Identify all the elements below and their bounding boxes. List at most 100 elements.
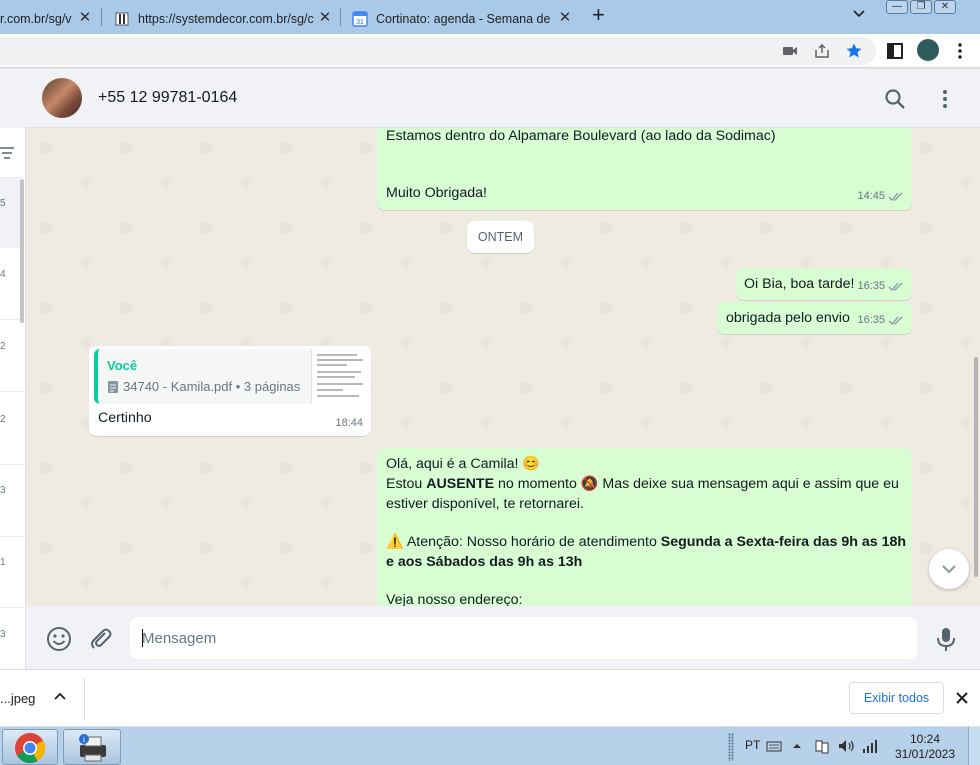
calendar-icon: 31: [352, 10, 368, 27]
message-compose-box[interactable]: [130, 617, 917, 659]
message-text: Veja nosso endereço:: [386, 592, 523, 606]
share-icon[interactable]: [813, 42, 831, 60]
chat-list-item-count: 3: [0, 629, 6, 640]
volume-icon[interactable]: [838, 738, 856, 754]
favicon-icon: [115, 12, 129, 25]
printer-icon: i: [79, 734, 106, 762]
message-paragraph: Estou AUSENTE no momento 🔕 Mas deixe sua…: [386, 474, 906, 514]
minimize-button[interactable]: —: [886, 0, 908, 14]
search-icon[interactable]: [884, 88, 906, 110]
sidebar-divider: [0, 536, 26, 537]
show-desktop-button[interactable]: [968, 727, 980, 765]
video-icon[interactable]: [781, 42, 799, 60]
menu-icon[interactable]: [934, 88, 956, 110]
tab-search-chevron-icon[interactable]: [852, 7, 866, 21]
message-paragraph: ⚠️ Atenção: Nosso horário de atendimento…: [386, 532, 906, 572]
clock-time: 10:24: [909, 732, 941, 746]
message-bold-text: AUSENTE: [426, 476, 495, 492]
close-icon[interactable]: ✕: [558, 10, 572, 25]
network-icon[interactable]: [814, 738, 830, 754]
new-tab-button[interactable]: +: [592, 4, 605, 26]
star-icon[interactable]: [845, 42, 863, 60]
chevron-up-icon[interactable]: [53, 690, 67, 704]
conversation-scrollbar[interactable]: [974, 357, 978, 577]
message-time: 14:45: [857, 190, 885, 202]
chevron-down-icon: [942, 565, 956, 574]
message-time: 18:44: [335, 417, 363, 429]
message-meta: 18:44: [335, 413, 363, 433]
kebab-icon[interactable]: [951, 42, 969, 60]
sidebar-divider: [0, 391, 26, 392]
date-divider: ONTEM: [467, 221, 534, 253]
sidepanel-icon[interactable]: [886, 42, 904, 60]
filter-icon[interactable]: [0, 147, 14, 159]
os-taskbar: i PT 10:24 31/01/2023: [0, 726, 980, 765]
tray-expand-icon[interactable]: [792, 742, 802, 750]
close-icon[interactable]: ✕: [78, 10, 92, 25]
sidebar-header: [0, 69, 26, 128]
quoted-document: 34740 - Kamila.pdf • 3 páginas: [107, 377, 300, 397]
svg-text:31: 31: [356, 19, 364, 26]
text-caret: [142, 629, 143, 647]
document-icon: [108, 381, 118, 393]
message-meta: 14:45: [857, 186, 904, 206]
message-outgoing[interactable]: Estamos dentro do Alpamare Boulevard (ao…: [377, 128, 912, 210]
conversation-panel[interactable]: Estamos dentro do Alpamare Boulevard (ao…: [26, 128, 980, 606]
sidebar-divider: [0, 464, 26, 465]
chat-header: +55 12 99781-0164: [26, 69, 980, 128]
keyboard-icon[interactable]: [766, 740, 782, 752]
tray-grip: [728, 733, 734, 761]
close-icon[interactable]: ✕: [318, 10, 332, 25]
message-input[interactable]: [142, 617, 902, 659]
message-time: 16:35: [857, 280, 885, 292]
message-text: Muito Obrigada!: [386, 185, 487, 201]
emoji-icon[interactable]: [46, 626, 72, 652]
attach-icon[interactable]: [88, 626, 114, 652]
download-file-name[interactable]: ...jpeg: [0, 691, 35, 706]
address-bar[interactable]: [0, 37, 876, 65]
message-outgoing[interactable]: Oi Bia, boa tarde! 16:35: [736, 268, 912, 300]
signal-icon[interactable]: [862, 738, 880, 754]
message-outgoing[interactable]: Olá, aqui é a Camila! 😊 Estou AUSENTE no…: [377, 448, 912, 606]
scroll-to-bottom-button[interactable]: [929, 549, 969, 589]
double-check-icon: [888, 282, 903, 291]
double-check-icon: [888, 192, 903, 201]
message-text: Estou: [386, 476, 427, 492]
compose-footer: [26, 606, 980, 669]
profile-icon[interactable]: [917, 39, 939, 61]
browser-toolbar: [0, 34, 980, 68]
chat-list-item-count: 1: [0, 557, 6, 568]
sidebar-scrollbar[interactable]: [20, 179, 24, 323]
tab-title: Cortinato: agenda - Semana de 2: [376, 11, 552, 26]
message-text: ⚠️ Atenção: Nosso horário de atendimento: [386, 534, 661, 550]
message-text: Oi Bia, boa tarde!: [744, 276, 855, 292]
maximize-button[interactable]: ❐: [910, 0, 932, 14]
avatar[interactable]: [42, 78, 82, 118]
download-shelf: ...jpeg Exibir todos: [0, 669, 980, 726]
tab-divider: [340, 8, 341, 26]
quoted-author: Você: [107, 358, 138, 373]
taskbar-clock[interactable]: 10:24 31/01/2023: [890, 732, 960, 762]
chat-list-item-count: 4: [0, 269, 6, 280]
window-close-button[interactable]: ✕: [934, 0, 956, 14]
message-meta: 16:35: [857, 310, 904, 330]
tab-1[interactable]: r.com.br/sg/v ✕: [0, 3, 94, 34]
mic-icon[interactable]: [933, 626, 959, 652]
sidebar-item-selected[interactable]: [0, 178, 20, 248]
show-all-downloads-button[interactable]: Exibir todos: [849, 682, 944, 714]
message-time: 16:35: [857, 314, 885, 326]
taskbar-chrome-button[interactable]: [2, 729, 58, 765]
close-icon[interactable]: [955, 691, 969, 705]
contact-name[interactable]: +55 12 99781-0164: [98, 89, 237, 107]
quoted-message[interactable]: Você 34740 - Kamila.pdf • 3 páginas: [94, 349, 369, 404]
quoted-document-name: 34740 - Kamila.pdf • 3 páginas: [123, 379, 301, 394]
taskbar-printer-button[interactable]: i: [63, 729, 121, 765]
message-incoming[interactable]: Você 34740 - Kamila.pdf • 3 páginas Cert…: [89, 346, 371, 436]
language-indicator[interactable]: PT: [745, 738, 760, 752]
tab-divider: [101, 8, 102, 26]
message-outgoing[interactable]: obrigada pelo envio 16:35: [717, 302, 912, 334]
tab-3[interactable]: 31 Cortinato: agenda - Semana de 2 ✕: [352, 3, 572, 34]
tab-2[interactable]: https://systemdecor.com.br/sg/c ✕: [114, 3, 332, 34]
